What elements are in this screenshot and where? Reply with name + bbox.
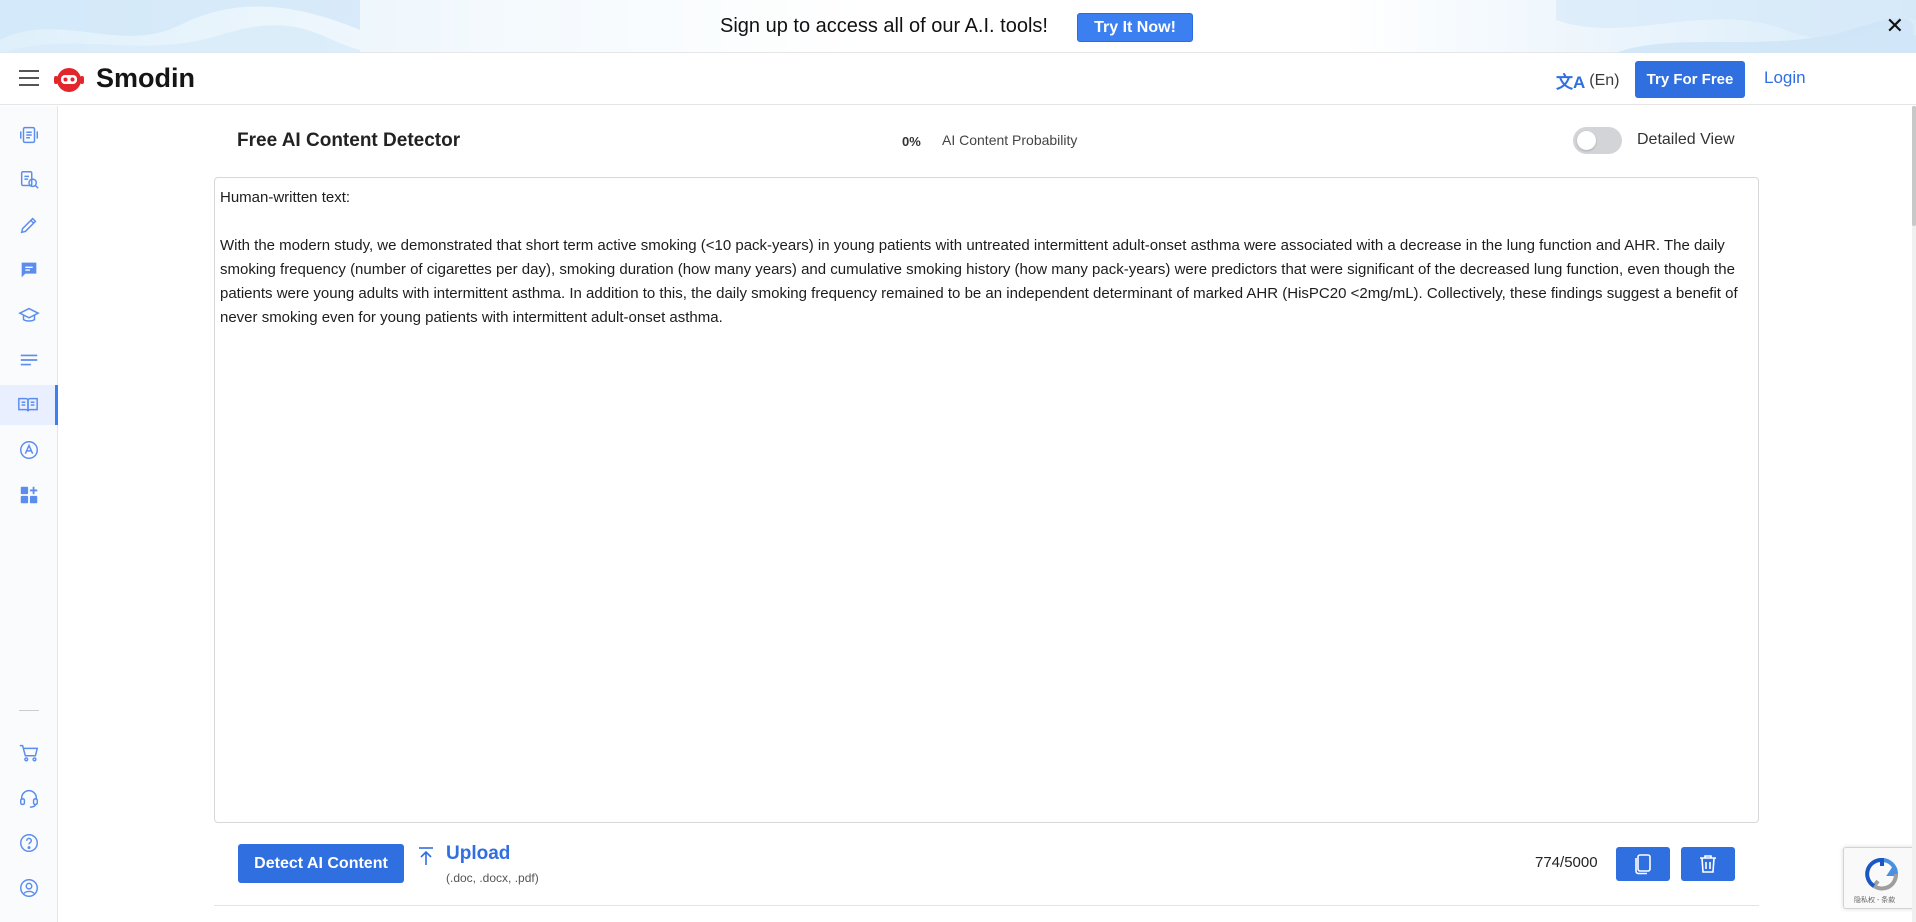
sidebar-item-plagiarism[interactable] — [0, 160, 58, 200]
sidebar-item-writer[interactable] — [0, 205, 58, 245]
copy-icon — [1635, 854, 1651, 875]
divider — [214, 905, 1759, 906]
detect-ai-content-button[interactable]: Detect AI Content — [238, 844, 404, 883]
chat-icon — [21, 262, 37, 278]
ai-detector-icon — [17, 397, 38, 412]
sidebar-item-help[interactable] — [0, 823, 58, 863]
page-title: Free AI Content Detector — [237, 130, 461, 151]
sidebar — [0, 106, 58, 922]
text-body: With the modern study, we demonstrated t… — [220, 237, 1738, 326]
text-heading-line: Human-written text: — [220, 189, 351, 206]
recaptcha-icon — [1865, 858, 1899, 891]
recaptcha-badge[interactable]: 隐私权 - 条款 — [1843, 847, 1916, 909]
trash-icon — [1700, 855, 1716, 873]
upload-button[interactable]: Upload — [446, 843, 510, 865]
close-icon[interactable]: ✕ — [1886, 15, 1904, 37]
promo-banner: Sign up to access all of our A.I. tools!… — [0, 0, 1916, 53]
copy-button[interactable] — [1616, 847, 1670, 881]
help-icon — [20, 834, 38, 852]
smodin-logo-icon — [54, 68, 84, 92]
writer-icon — [20, 217, 37, 234]
ai-probability-value: 0% — [902, 134, 921, 149]
delete-button[interactable] — [1681, 847, 1735, 881]
sidebar-item-cart[interactable] — [0, 733, 58, 773]
sidebar-item-grader[interactable] — [0, 295, 58, 335]
brand-name[interactable]: Smodin — [96, 63, 195, 94]
login-link[interactable]: Login — [1764, 68, 1806, 88]
sidebar-item-translator[interactable] — [0, 430, 58, 470]
plagiarism-icon — [20, 171, 39, 189]
top-header: Smodin 文A (En) Try For Free Login — [0, 53, 1916, 105]
upload-icon[interactable] — [417, 846, 435, 866]
detailed-view-toggle[interactable] — [1573, 127, 1622, 154]
language-label: (En) — [1589, 71, 1620, 89]
ai-probability-label: AI Content Probability — [942, 132, 1078, 148]
banner-wave-decoration-right — [1556, 0, 1916, 53]
language-selector[interactable]: 文A (En) — [1556, 68, 1620, 93]
translator-icon — [20, 441, 38, 459]
scrollbar-track[interactable] — [1912, 106, 1916, 922]
translate-icon: 文A — [1556, 73, 1586, 92]
banner-wave-decoration — [0, 0, 360, 53]
try-for-free-button[interactable]: Try For Free — [1635, 61, 1745, 98]
toggle-knob — [1577, 131, 1596, 150]
sidebar-divider — [19, 710, 39, 711]
sidebar-item-more-apps[interactable] — [0, 475, 58, 515]
detailed-view-label: Detailed View — [1637, 131, 1735, 148]
more-apps-icon — [20, 486, 38, 504]
try-it-now-button[interactable]: Try It Now! — [1077, 13, 1193, 42]
text-input-area[interactable]: Human-written text: With the modern stud… — [214, 177, 1759, 823]
sidebar-item-account[interactable] — [0, 868, 58, 908]
summarizer-icon — [20, 354, 38, 366]
sidebar-item-rewriter[interactable] — [0, 115, 58, 155]
sidebar-item-summarizer[interactable] — [0, 340, 58, 380]
menu-icon[interactable] — [19, 70, 39, 86]
recaptcha-terms[interactable]: 隐私权 - 条款 — [1854, 895, 1895, 905]
grader-icon — [18, 307, 40, 322]
cart-icon — [19, 744, 39, 762]
support-icon — [20, 790, 38, 808]
account-icon — [20, 879, 38, 897]
sidebar-item-chat[interactable] — [0, 250, 58, 290]
character-count: 774/5000 — [1535, 854, 1598, 871]
upload-file-types: (.doc, .docx, .pdf) — [446, 871, 539, 885]
sidebar-item-support[interactable] — [0, 778, 58, 818]
scrollbar-thumb[interactable] — [1912, 106, 1916, 226]
promo-text: Sign up to access all of our A.I. tools! — [720, 15, 1048, 37]
sidebar-item-ai-detector[interactable] — [0, 385, 58, 425]
rewriter-icon — [20, 126, 38, 144]
